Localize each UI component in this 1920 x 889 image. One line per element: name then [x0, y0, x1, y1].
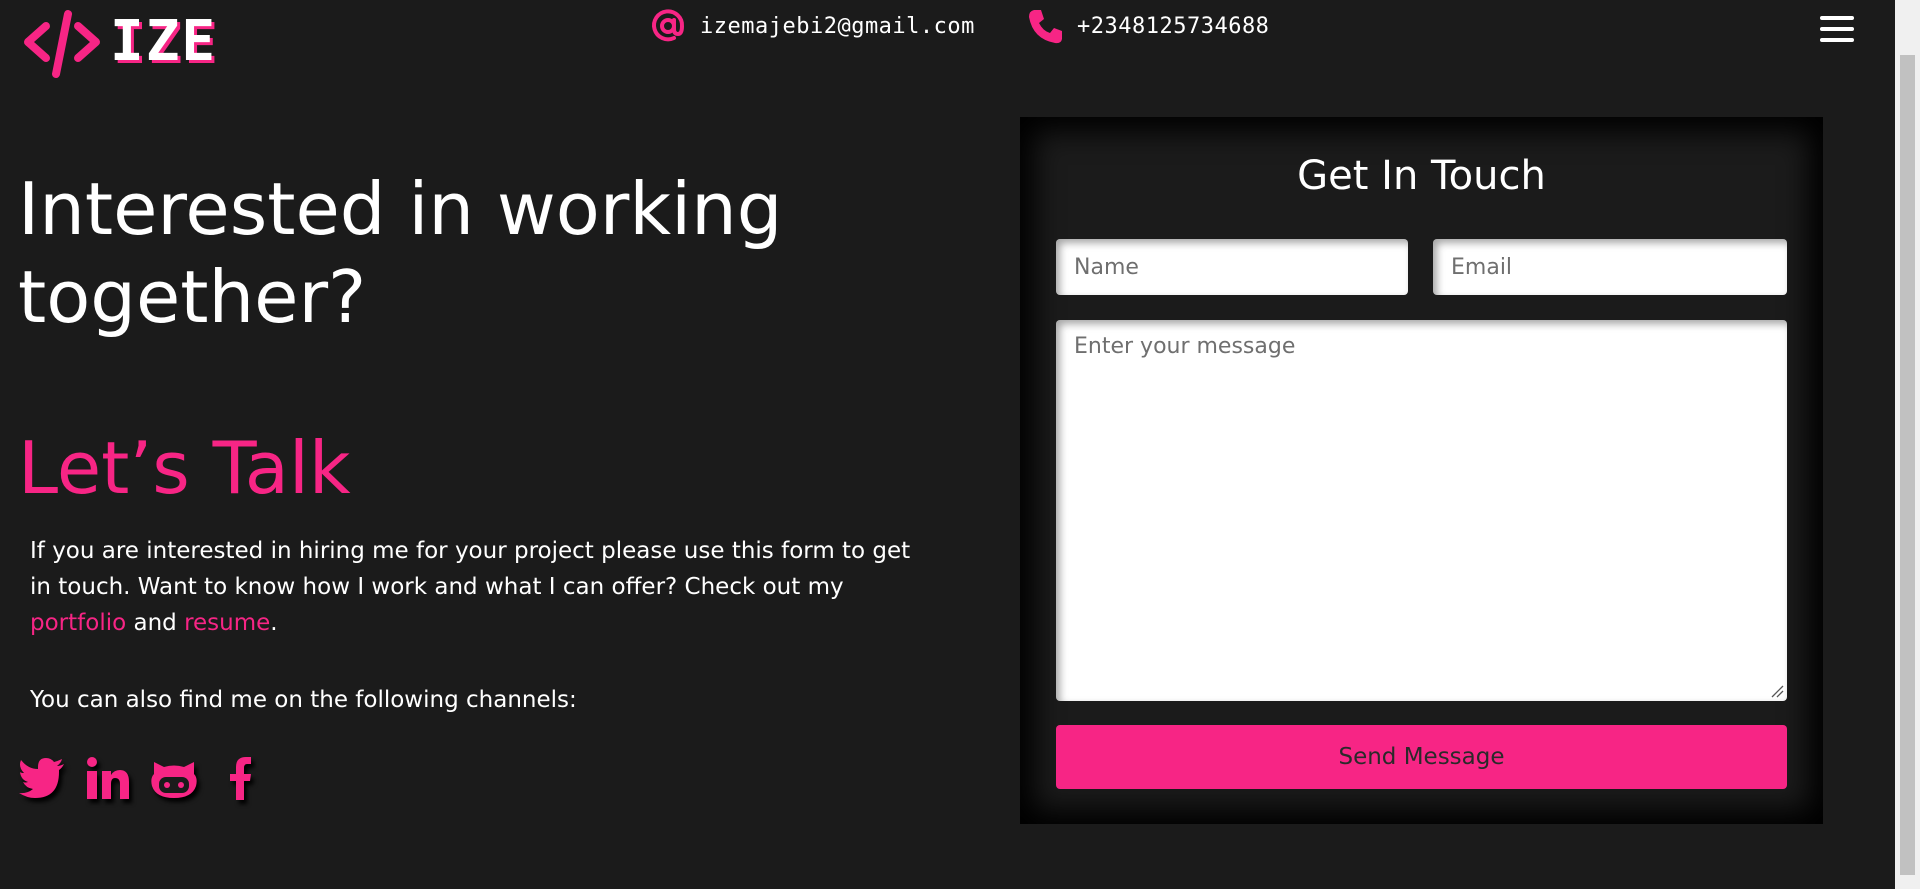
intro-paragraph: If you are interested in hiring me for y…	[30, 538, 911, 636]
header-phone[interactable]: +2348125734688	[1025, 6, 1269, 46]
page-title: Interested in working together?	[18, 167, 783, 339]
at-sign-icon	[648, 6, 688, 46]
scrollbar-thumb[interactable]	[1900, 55, 1915, 875]
code-brackets-icon	[24, 10, 100, 78]
contact-form: Get In Touch Send Message	[1020, 117, 1823, 824]
name-input[interactable]	[1056, 239, 1408, 295]
menu-icon[interactable]	[1820, 16, 1854, 46]
lets-talk-heading: Let’s Talk	[18, 426, 351, 510]
phone-text: +2348125734688	[1077, 13, 1270, 39]
resize-handle-icon[interactable]	[1770, 684, 1784, 698]
portfolio-link[interactable]: portfolio	[30, 610, 126, 636]
github-icon[interactable]	[148, 752, 200, 804]
email-text: izemajebi2@gmail.com	[700, 13, 975, 39]
logo-text: IZE	[110, 9, 218, 74]
linkedin-icon[interactable]	[82, 752, 134, 804]
facebook-icon[interactable]	[214, 752, 266, 804]
send-message-button[interactable]: Send Message	[1056, 725, 1787, 789]
email-input[interactable]	[1433, 239, 1787, 295]
contact-page: IZE izemajebi2@gmail.com +2348125734688 …	[0, 0, 1895, 889]
header-email[interactable]: izemajebi2@gmail.com	[648, 6, 975, 46]
vertical-scrollbar[interactable]	[1895, 0, 1920, 889]
phone-icon	[1025, 6, 1065, 46]
social-links	[16, 752, 266, 804]
twitter-icon[interactable]	[16, 752, 68, 804]
channels-text: You can also find me on the following ch…	[30, 687, 577, 713]
resume-link[interactable]: resume	[184, 610, 270, 636]
message-textarea[interactable]	[1056, 320, 1787, 701]
form-title: Get In Touch	[1297, 153, 1546, 199]
logo[interactable]: IZE	[18, 6, 217, 78]
